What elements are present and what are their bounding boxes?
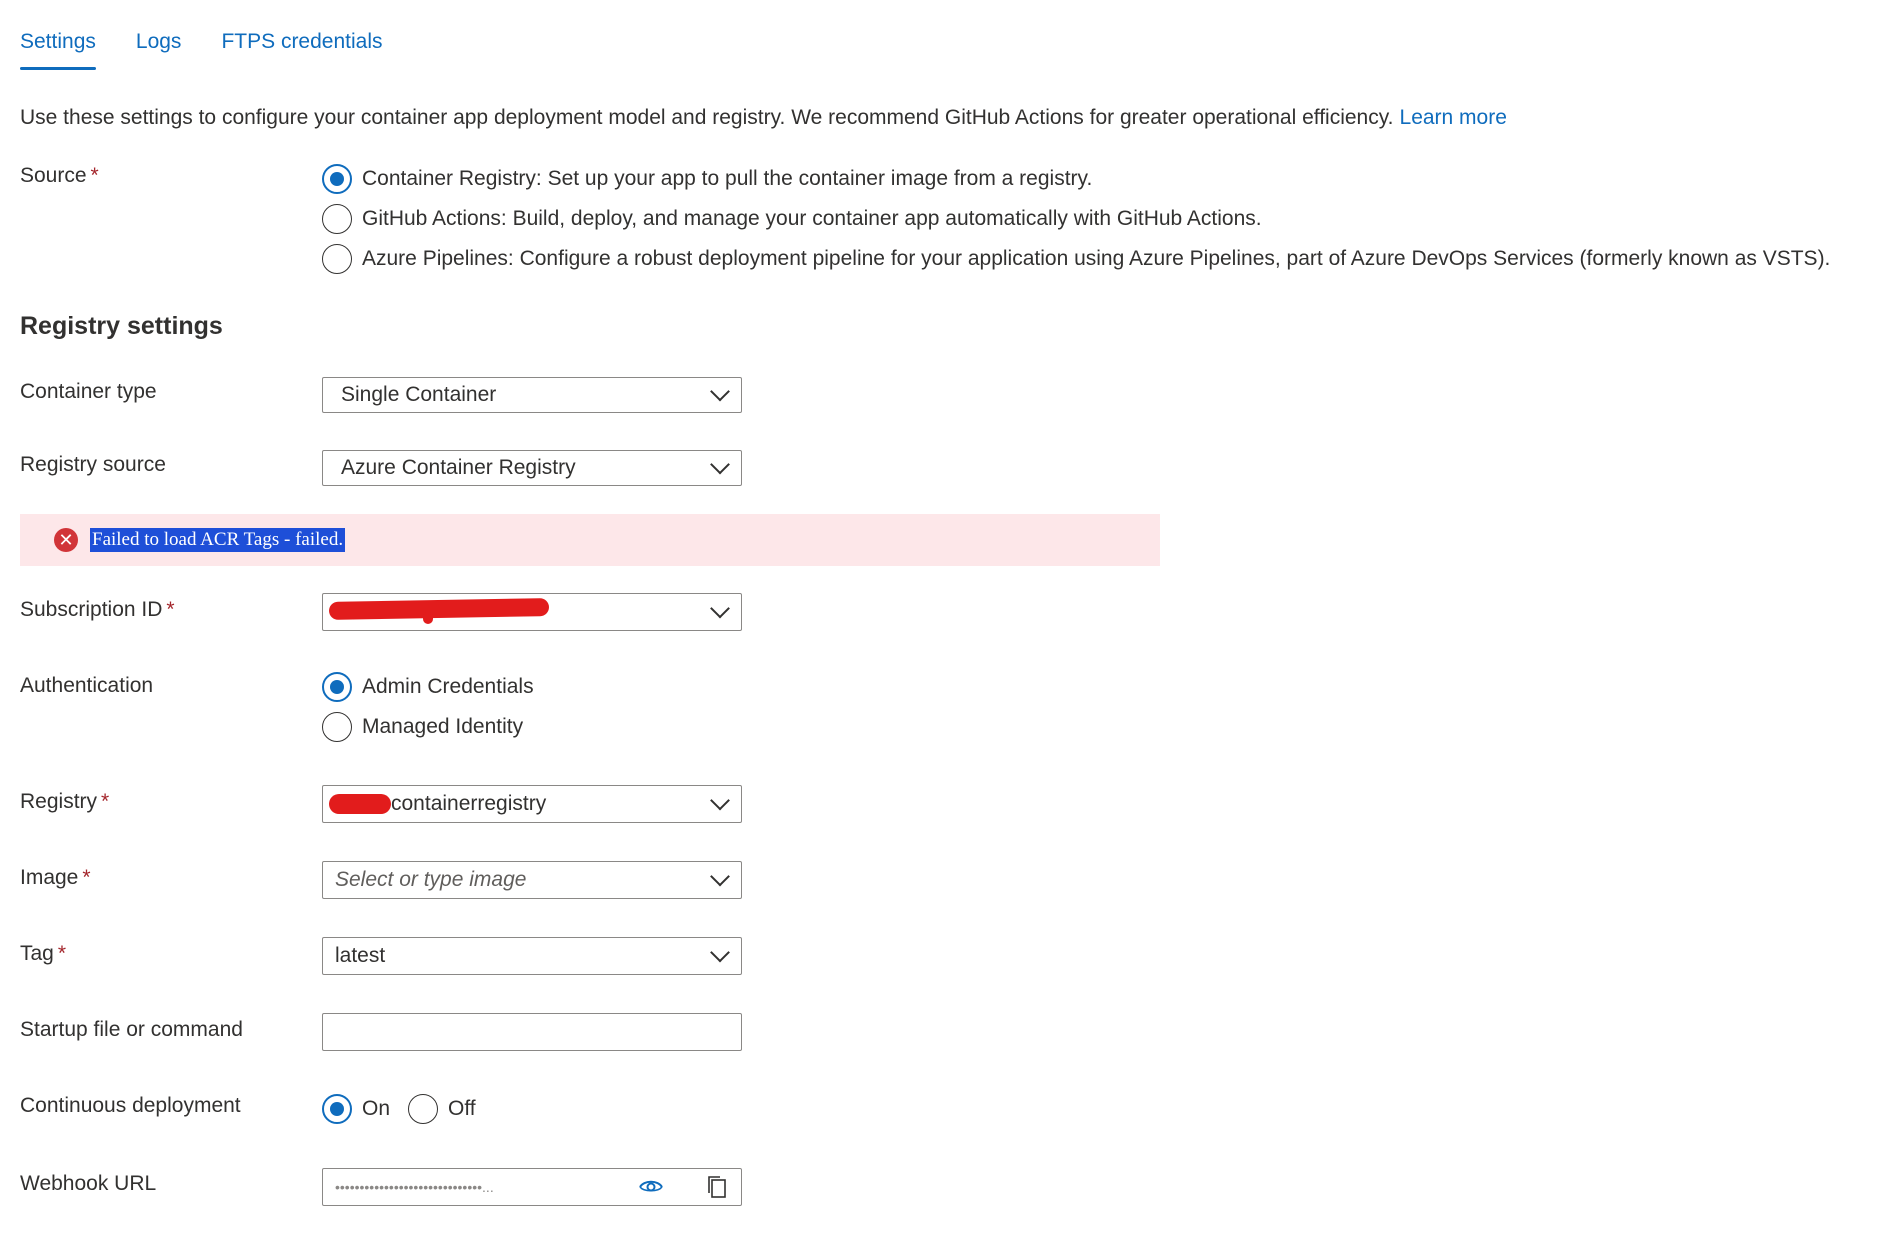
tab-ftps-credentials[interactable]: FTPS credentials	[221, 22, 382, 70]
registry-label: Registry *	[20, 790, 109, 814]
required-marker: *	[166, 598, 175, 621]
image-label-text: Image	[20, 866, 79, 889]
tab-logs[interactable]: Logs	[136, 22, 182, 70]
redaction-mark	[329, 794, 391, 814]
auth-option-label: Managed Identity	[362, 715, 524, 738]
radio-unchecked-icon[interactable]	[322, 712, 352, 742]
tag-label-text: Tag	[20, 942, 54, 965]
container-type-dropdown[interactable]: Single Container	[322, 377, 742, 413]
eye-icon[interactable]	[639, 1177, 663, 1197]
registry-source-label: Registry source	[20, 453, 166, 476]
source-label-text: Source	[20, 164, 87, 187]
source-option-label: Azure Pipelines: Configure a robust depl…	[362, 247, 1831, 270]
tag-dropdown[interactable]: latest	[322, 937, 742, 975]
error-message: Failed to load ACR Tags - failed.	[90, 528, 346, 552]
authentication-label: Authentication	[20, 674, 154, 697]
registry-label-text: Registry	[20, 790, 98, 813]
tab-bar: Settings Logs FTPS credentials	[20, 22, 423, 70]
registry-source-value: Azure Container Registry	[341, 456, 576, 479]
image-combobox[interactable]: Select or type image	[322, 861, 742, 899]
registry-value: containerregistry	[391, 792, 547, 815]
radio-checked-icon[interactable]	[322, 164, 352, 194]
source-option-label: Container Registry: Set up your app to p…	[362, 167, 1093, 190]
continuous-deployment-options: On Off	[322, 1094, 494, 1124]
tag-label: Tag *	[20, 942, 66, 966]
redaction-mark	[423, 612, 433, 624]
registry-dropdown[interactable]: containerregistry	[322, 785, 742, 823]
container-type-value: Single Container	[341, 383, 497, 406]
continuous-deployment-label: Continuous deployment	[20, 1094, 241, 1117]
subscription-id-label-text: Subscription ID	[20, 598, 163, 621]
learn-more-link[interactable]: Learn more	[1400, 106, 1507, 129]
source-option-azure-pipelines[interactable]: Azure Pipelines: Configure a robust depl…	[322, 244, 1830, 274]
container-type-label: Container type	[20, 380, 157, 403]
app-service-deployment-settings: Settings Logs FTPS credentials Use these…	[0, 0, 1900, 1233]
source-option-label: GitHub Actions: Build, deploy, and manag…	[362, 207, 1262, 230]
error-icon: ✕	[54, 528, 78, 552]
section-title-registry-settings: Registry settings	[20, 312, 223, 340]
radio-unchecked-icon[interactable]	[322, 204, 352, 234]
source-option-container-registry[interactable]: Container Registry: Set up your app to p…	[322, 164, 1092, 194]
source-option-github-actions[interactable]: GitHub Actions: Build, deploy, and manag…	[322, 204, 1262, 234]
cd-option-off[interactable]: Off	[408, 1094, 476, 1124]
radio-checked-icon[interactable]	[322, 672, 352, 702]
chevron-down-icon	[710, 454, 730, 475]
cd-on-label: On	[362, 1097, 391, 1120]
chevron-down-icon	[710, 598, 730, 619]
startup-command-label: Startup file or command	[20, 1018, 243, 1041]
auth-option-label: Admin Credentials	[362, 675, 534, 698]
error-banner: ✕ Failed to load ACR Tags - failed.	[20, 514, 1160, 566]
radio-unchecked-icon[interactable]	[322, 244, 352, 274]
tag-value: latest	[335, 944, 386, 967]
image-label: Image *	[20, 866, 91, 890]
image-placeholder: Select or type image	[335, 868, 527, 891]
intro-text: Use these settings to configure your con…	[20, 106, 1507, 130]
cd-option-on[interactable]: On	[322, 1094, 390, 1124]
webhook-url-field[interactable]: ••••••••••••••••••••••••••••••...	[322, 1168, 742, 1206]
subscription-id-label: Subscription ID *	[20, 598, 175, 622]
radio-checked-icon[interactable]	[322, 1094, 352, 1124]
intro-description: Use these settings to configure your con…	[20, 106, 1394, 129]
registry-source-dropdown[interactable]: Azure Container Registry	[322, 450, 742, 486]
startup-command-input[interactable]	[322, 1013, 742, 1051]
chevron-down-icon	[710, 942, 730, 963]
webhook-url-label: Webhook URL	[20, 1172, 157, 1195]
chevron-down-icon	[710, 790, 730, 811]
chevron-down-icon	[710, 866, 730, 887]
radio-unchecked-icon[interactable]	[408, 1094, 439, 1124]
auth-option-admin-credentials[interactable]: Admin Credentials	[322, 672, 534, 702]
subscription-id-dropdown[interactable]	[322, 593, 742, 631]
required-marker: *	[57, 942, 67, 965]
required-marker: *	[101, 790, 110, 813]
cd-off-label: Off	[448, 1097, 476, 1120]
webhook-masked-value: ••••••••••••••••••••••••••••••...	[335, 1179, 494, 1195]
redaction-mark	[328, 598, 550, 620]
copy-icon[interactable]	[705, 1174, 729, 1200]
required-marker: *	[90, 164, 99, 187]
tab-settings[interactable]: Settings	[20, 22, 96, 70]
required-marker: *	[82, 866, 91, 889]
source-label: Source *	[20, 164, 99, 188]
auth-option-managed-identity[interactable]: Managed Identity	[322, 712, 523, 742]
chevron-down-icon	[710, 381, 730, 402]
